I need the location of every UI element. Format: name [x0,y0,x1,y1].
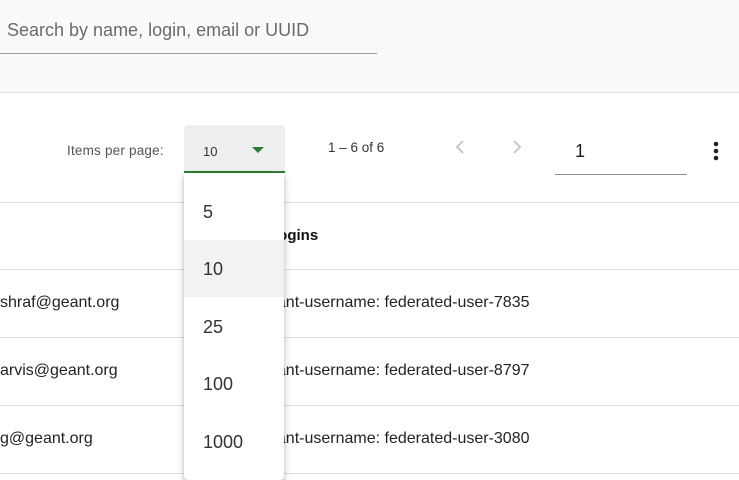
email-cell: g@geant.org [0,430,93,447]
option-1000[interactable]: 1000 [184,413,284,470]
next-page-button[interactable] [503,133,531,161]
chevron-left-icon [455,140,464,154]
option-label: 10 [203,259,224,279]
table-row[interactable]: arvis@geant.org eant-username: federated… [0,338,739,406]
items-per-page-label: Items per page: [67,143,164,158]
more-vert-icon [713,141,719,161]
login-cell: eant-username: federated-user-3080 [268,430,530,447]
table-row[interactable]: g@geant.org eant-username: federated-use… [0,406,739,474]
table-header-row: Logins [0,203,739,270]
email-cell: shraf@geant.org [0,294,120,311]
items-per-page-dropdown: 5 10 25 100 1000 [184,173,284,480]
option-label: 5 [203,202,214,222]
paginator: Items per page: 10 1 – 6 of 6 [0,93,739,203]
chevron-right-icon [513,140,522,154]
table-row[interactable]: shraf@geant.org eant-username: federated… [0,270,739,338]
items-per-page-select[interactable]: 10 [184,125,285,173]
search-area [0,0,739,93]
option-label: 25 [203,317,224,337]
email-cell: arvis@geant.org [0,362,118,379]
option-label: 1000 [203,432,244,452]
option-100[interactable]: 100 [184,355,284,412]
items-per-page-value: 10 [203,144,218,159]
page-range-label: 1 – 6 of 6 [328,140,385,155]
option-5[interactable]: 5 [184,183,284,240]
login-cell: eant-username: federated-user-7835 [268,294,530,311]
option-25[interactable]: 25 [184,298,284,355]
previous-page-button[interactable] [446,133,474,161]
option-10[interactable]: 10 [184,240,284,297]
users-table: Items per page: 10 1 – 6 of 6 Logins [0,93,739,480]
more-options-button[interactable] [706,137,726,165]
page-number-input[interactable] [555,129,687,175]
search-input[interactable] [0,8,377,54]
login-cell: eant-username: federated-user-8797 [268,362,530,379]
option-label: 100 [203,374,234,394]
dropdown-arrow-icon [252,147,264,153]
